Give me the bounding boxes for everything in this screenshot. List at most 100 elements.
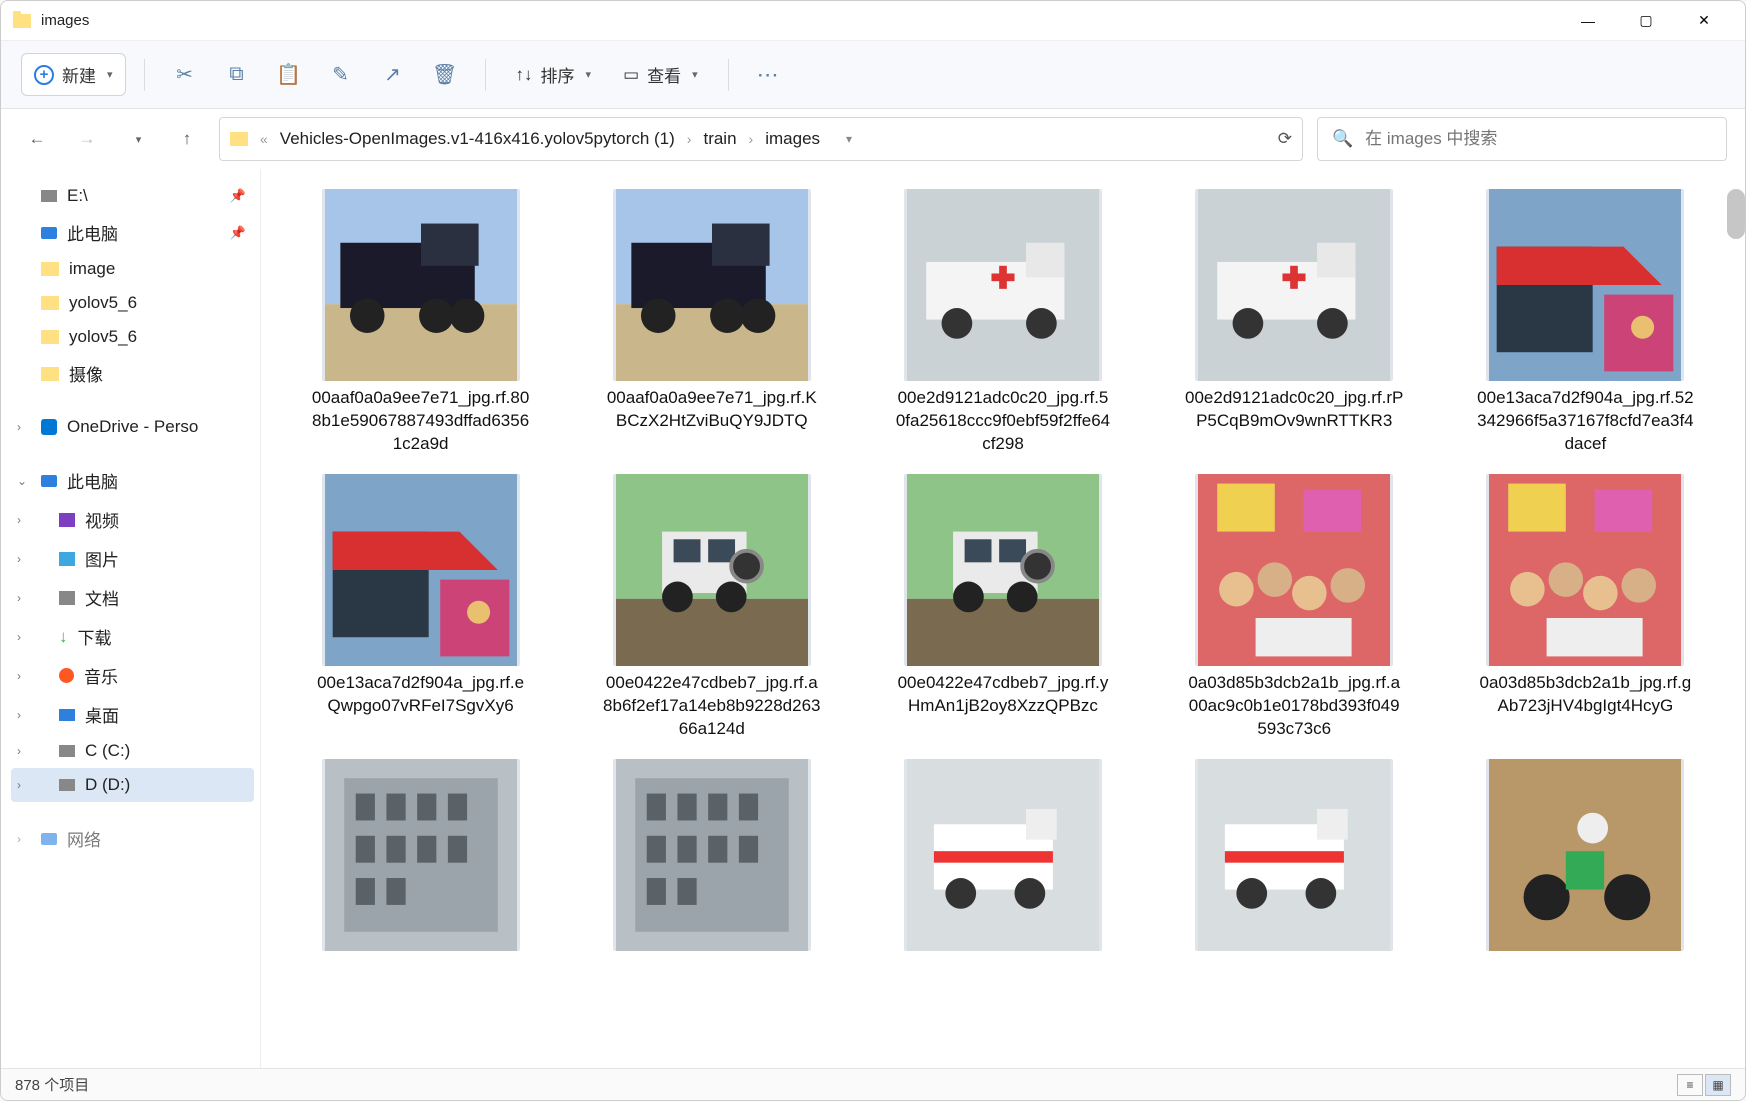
video-icon [59, 513, 75, 527]
sidebar-item-label: E:\ [67, 186, 88, 206]
cut-button[interactable]: ✂ [163, 53, 207, 97]
file-item[interactable]: 00e13aca7d2f904a_jpg.rf.eQwpgo07vRFeI7Sg… [285, 474, 556, 741]
file-item[interactable] [1450, 759, 1721, 951]
refresh-button[interactable]: ⟳ [1278, 129, 1292, 149]
sidebar-item[interactable]: › D (D:) [11, 768, 254, 802]
share-button[interactable]: ↗ [371, 53, 415, 97]
chevron-down-icon: ▾ [692, 68, 698, 81]
file-thumbnail [904, 474, 1102, 666]
sidebar-item[interactable]: yolov5_6 [11, 320, 254, 354]
chevron-right-icon: › [17, 552, 21, 566]
new-label: 新建 [62, 62, 96, 87]
content-pane[interactable]: 00aaf0a0a9ee7e71_jpg.rf.808b1e5906788749… [261, 169, 1745, 1068]
paste-button[interactable]: 📋 [267, 53, 311, 97]
sidebar-item[interactable]: 此电脑📌 [11, 213, 254, 252]
sidebar-item[interactable]: ›音乐 [11, 656, 254, 695]
chevron-down-icon[interactable]: ▾ [846, 132, 852, 146]
music-icon [59, 668, 74, 683]
forward-button[interactable]: → [69, 121, 105, 157]
up-button[interactable]: ↑ [169, 121, 205, 157]
view-button[interactable]: ▭ 查看 ▾ [611, 54, 710, 95]
sidebar-item[interactable]: ›桌面 [11, 695, 254, 734]
file-thumbnail [904, 759, 1102, 951]
minimize-button[interactable]: — [1559, 1, 1617, 41]
delete-button[interactable]: 🗑 [423, 53, 467, 97]
sidebar-item-network[interactable]: ›网络 [11, 819, 254, 858]
back-button[interactable]: ← [19, 121, 55, 157]
divider [728, 59, 729, 91]
rename-button[interactable]: ✎ [319, 53, 363, 97]
explorer-window: images — ▢ ✕ + 新建 ▾ ✂ ⧉ 📋 ✎ ↗ 🗑 ↑↓ 排序 ▾ … [0, 0, 1746, 1101]
sidebar-item-thispc[interactable]: ⌄此电脑 [11, 461, 254, 500]
window-controls: — ▢ ✕ [1559, 1, 1733, 41]
sidebar-item[interactable]: ›视频 [11, 500, 254, 539]
file-thumbnail [1486, 759, 1684, 951]
scrollbar-thumb[interactable] [1727, 189, 1745, 239]
file-name: 0a03d85b3dcb2a1b_jpg.rf.a00ac9c0b1e0178b… [1184, 672, 1404, 741]
file-thumbnail [613, 474, 811, 666]
file-item[interactable]: 00e2d9121adc0c20_jpg.rf.50fa25618ccc9f0e… [867, 189, 1138, 456]
sidebar-item[interactable]: ›文档 [11, 578, 254, 617]
more-button[interactable]: ⋯ [747, 53, 791, 97]
thumbnails-view-button[interactable]: ▦ [1705, 1074, 1731, 1096]
file-item[interactable]: 00e13aca7d2f904a_jpg.rf.52342966f5a37167… [1450, 189, 1721, 456]
folder-icon [41, 262, 59, 276]
sidebar-item-label: 网络 [67, 826, 101, 851]
maximize-button[interactable]: ▢ [1617, 1, 1675, 41]
chevron-right-icon: › [17, 513, 21, 527]
item-count: 878 个项目 [15, 1074, 89, 1095]
recent-button[interactable]: ▾ [119, 121, 155, 157]
sidebar-item-label: 桌面 [85, 702, 119, 727]
details-view-button[interactable]: ≡ [1677, 1074, 1703, 1096]
file-item[interactable] [576, 759, 847, 951]
file-name: 00e13aca7d2f904a_jpg.rf.eQwpgo07vRFeI7Sg… [311, 672, 531, 718]
breadcrumb-part[interactable]: train [699, 127, 740, 151]
copy-button[interactable]: ⧉ [215, 53, 259, 97]
file-item[interactable]: 00e2d9121adc0c20_jpg.rf.rPP5CqB9mOv9wnRT… [1159, 189, 1430, 456]
file-item[interactable]: 00aaf0a0a9ee7e71_jpg.rf.808b1e5906788749… [285, 189, 556, 456]
chevron-down-icon: ▾ [107, 68, 113, 81]
sidebar-item-label: C (C:) [85, 741, 130, 761]
sidebar-item-label: D (D:) [85, 775, 130, 795]
search-box[interactable]: 🔍 [1317, 117, 1727, 161]
chevron-right-icon: › [17, 420, 21, 434]
sort-button[interactable]: ↑↓ 排序 ▾ [504, 54, 604, 95]
file-item[interactable]: 0a03d85b3dcb2a1b_jpg.rf.a00ac9c0b1e0178b… [1159, 474, 1430, 741]
file-item[interactable] [285, 759, 556, 951]
sidebar-item-label: 文档 [85, 585, 119, 610]
breadcrumb-part[interactable]: images [761, 127, 824, 151]
new-button[interactable]: + 新建 ▾ [21, 53, 126, 96]
file-item[interactable]: 00e0422e47cdbeb7_jpg.rf.yHmAn1jB2oy8XzzQ… [867, 474, 1138, 741]
chevron-down-icon: ▾ [586, 68, 592, 81]
search-input[interactable] [1365, 129, 1712, 149]
sidebar-item[interactable]: ›图片 [11, 539, 254, 578]
chevron-right-icon: › [17, 744, 21, 758]
file-thumbnail [1195, 189, 1393, 381]
sidebar-item[interactable]: image [11, 252, 254, 286]
file-thumbnail [613, 759, 811, 951]
picture-icon [59, 552, 75, 566]
file-item[interactable]: 00aaf0a0a9ee7e71_jpg.rf.KBCzX2HtZviBuQY9… [576, 189, 847, 456]
close-button[interactable]: ✕ [1675, 1, 1733, 41]
file-thumbnail [322, 474, 520, 666]
sidebar-item-label: 此电脑 [67, 220, 118, 245]
drive-icon [59, 779, 75, 791]
file-thumbnail [322, 759, 520, 951]
network-icon [41, 833, 57, 845]
sidebar-item[interactable]: › C (C:) [11, 734, 254, 768]
breadcrumb-part[interactable]: Vehicles-OpenImages.v1-416x416.yolov5pyt… [276, 127, 679, 151]
sidebar-item-onedrive[interactable]: ›OneDrive - Perso [11, 410, 254, 444]
file-item[interactable] [1159, 759, 1430, 951]
sidebar-item[interactable]: ›↓下载 [11, 617, 254, 656]
pin-icon: 📌 [230, 188, 246, 204]
sidebar-item[interactable]: E:\ 📌 [11, 179, 254, 213]
file-item[interactable]: 0a03d85b3dcb2a1b_jpg.rf.gAb723jHV4bgIgt4… [1450, 474, 1721, 741]
chevron-right-icon: › [687, 131, 692, 147]
sidebar-item[interactable]: yolov5_6 [11, 286, 254, 320]
sidebar-item[interactable]: 摄像 [11, 354, 254, 393]
file-item[interactable] [867, 759, 1138, 951]
file-item[interactable]: 00e0422e47cdbeb7_jpg.rf.a8b6f2ef17a14eb8… [576, 474, 847, 741]
chevron-right-icon: › [17, 778, 21, 792]
sidebar-item-label: 音乐 [84, 663, 118, 688]
breadcrumb[interactable]: « Vehicles-OpenImages.v1-416x416.yolov5p… [219, 117, 1303, 161]
